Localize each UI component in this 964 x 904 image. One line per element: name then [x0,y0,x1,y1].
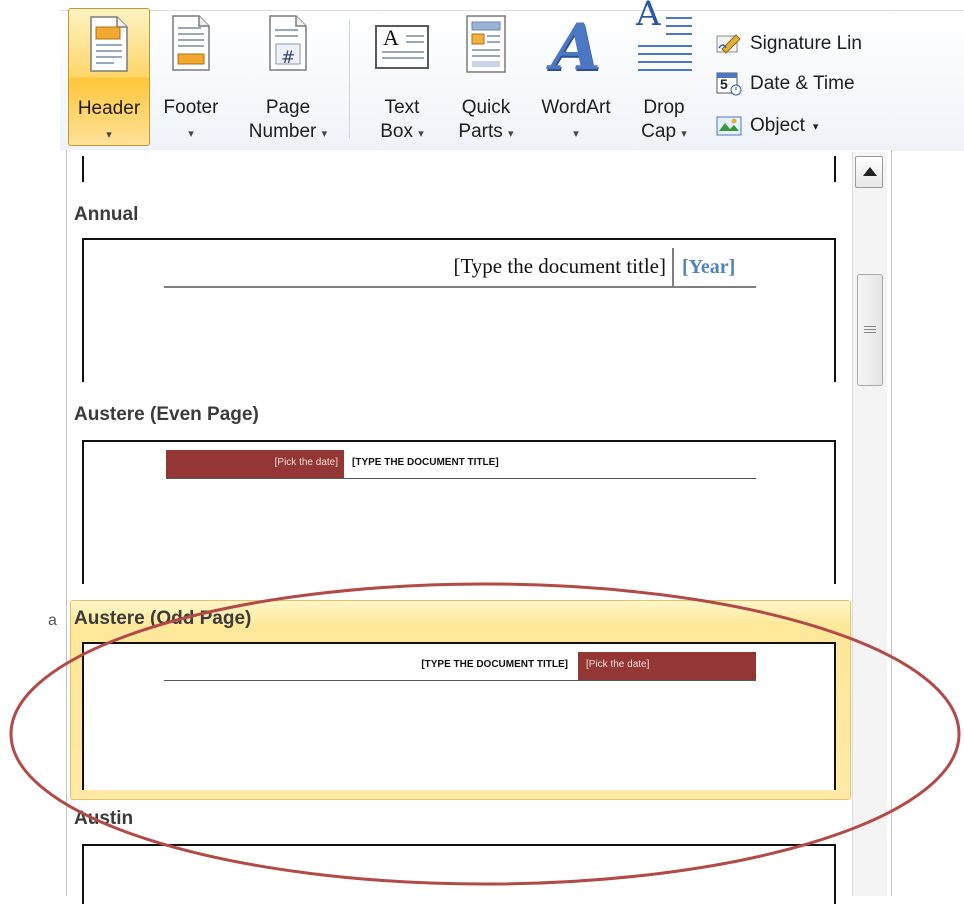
signature-line-icon [716,32,742,56]
scrollbar-grip-line [864,329,876,330]
annual-rule [164,286,756,288]
gallery-item-title-austere-even: Austere (Even Page) [74,404,259,425]
object-icon [716,114,742,138]
austere-odd-date: [Pick the date] [586,659,650,670]
gallery-item-austere-even[interactable]: [Pick the date] [TYPE THE DOCUMENT TITLE… [82,440,836,584]
page-number-glyph: # [281,48,296,68]
drop-cap-label-line1: Drop [643,97,685,118]
wordart-glyph: A [551,10,601,85]
signature-line-label: Signature Lin [750,33,862,54]
gallery-item-title-austere-odd: Austere (Odd Page) [74,608,252,629]
gallery-scrollbar[interactable] [852,152,887,896]
date-time-button[interactable]: 5 Date & Time [716,68,855,100]
page-number-dropdown-arrow: ▾ [321,128,328,140]
austere-even-date-box: [Pick the date] [166,450,344,478]
gallery-item-austere-odd[interactable]: [Pick the date] [TYPE THE DOCUMENT TITLE… [82,642,836,790]
text-box-icon: A [374,24,430,77]
footer-button[interactable]: Footer ▾ [152,8,230,146]
date-time-glyph: 5 [720,76,728,92]
text-box-label-line2: Box [380,121,413,142]
austere-even-date: [Pick the date] [274,457,338,468]
quick-parts-label-line2: Parts [458,121,503,142]
quick-parts-icon [465,14,507,81]
quick-parts-dropdown-arrow: ▾ [508,128,514,140]
object-dropdown-arrow: ▾ [812,120,819,133]
annual-divider [672,248,674,288]
gallery-item-austin[interactable] [82,844,836,904]
scroll-up-button[interactable] [855,156,883,188]
previous-preview-edge-right [834,156,836,182]
austere-even-rule [166,478,756,479]
austere-even-doc-title: [TYPE THE DOCUMENT TITLE] [352,457,499,468]
drop-cap-glyph: A [636,0,661,34]
gallery-item-title-annual: Annual [74,204,139,225]
page-number-label-line2: Number [248,121,317,142]
text-box-label-line1: Text [384,97,420,118]
header-button[interactable]: Header ▾ [68,8,150,146]
drop-cap-button[interactable]: A Drop Cap ▾ [628,0,700,146]
page-number-label-line1: Page [265,97,311,118]
text-box-dropdown-arrow: ▾ [418,128,424,140]
date-time-icon: 5 [716,72,742,96]
header-dropdown-arrow: ▾ [106,129,112,141]
drop-cap-dropdown-arrow: ▾ [681,128,687,140]
header-label: Header [77,98,141,119]
annual-year: [Year] [682,256,736,278]
gallery-item-annual[interactable]: [Type the document title] [Year] [82,238,836,382]
footer-label: Footer [163,97,219,118]
wordart-label: WordArt [541,97,611,118]
footer-dropdown-arrow: ▾ [188,128,194,140]
wordart-icon: A [551,8,601,88]
signature-line-button[interactable]: Signature Lin [716,28,862,60]
austere-odd-date-box: [Pick the date] [578,652,756,680]
quick-parts-button[interactable]: Quick Parts ▾ [448,8,524,146]
drop-cap-icon: A [634,0,694,85]
wordart-dropdown-arrow: ▾ [573,128,579,140]
scrollbar-grip-line [864,326,876,327]
footer-icon [171,14,211,79]
header-icon [89,15,129,80]
annual-doc-title: [Type the document title] [453,254,666,278]
scrollbar-grip-line [864,332,876,333]
object-button[interactable]: Object ▾ [716,110,818,142]
austere-odd-doc-title: [TYPE THE DOCUMENT TITLE] [421,659,568,670]
object-label: Object [750,115,805,136]
previous-preview-edge-left [82,156,84,182]
text-box-glyph: A [383,25,399,50]
text-box-button[interactable]: A Text Box ▾ [364,8,440,146]
wordart-button[interactable]: A WordArt ▾ [530,8,622,146]
gallery-item-title-austin: Austin [74,808,134,829]
ribbon-group-separator [349,20,350,138]
page-number-button[interactable]: # Page Number ▾ [236,8,340,146]
quick-parts-label-line1: Quick [461,97,511,118]
page-number-icon: # [268,14,308,79]
drop-cap-label-line2: Cap [641,121,677,142]
scrollbar-thumb[interactable] [857,274,883,386]
austere-odd-rule [164,680,756,681]
date-time-label: Date & Time [750,73,855,94]
document-edge-text: a [48,612,57,629]
